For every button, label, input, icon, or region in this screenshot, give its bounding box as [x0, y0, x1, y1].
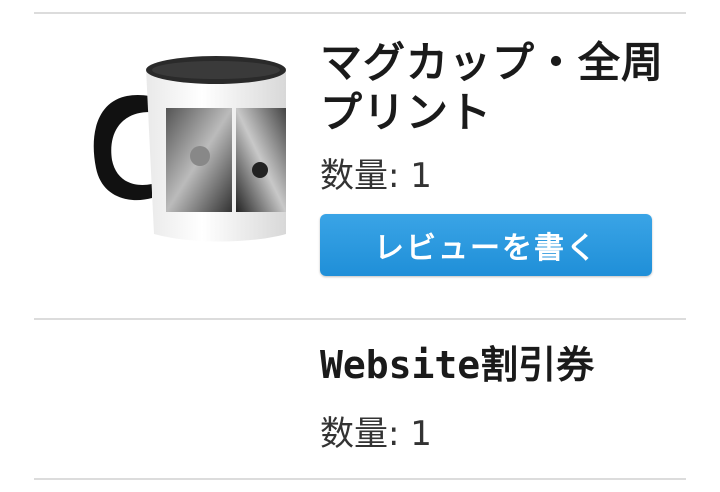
mug-product-image[interactable]	[80, 38, 288, 246]
product-title: Website割引券	[320, 343, 595, 387]
quantity-value: 1	[410, 156, 432, 196]
order-item-mug: マグカップ・全周プリント 数量: 1 レビューを書く	[0, 0, 720, 320]
quantity-text: 数量: 1	[320, 414, 432, 454]
mug-icon	[93, 56, 286, 242]
quantity-label: 数量:	[320, 414, 400, 454]
write-review-button[interactable]: レビューを書く	[320, 214, 652, 276]
product-title: マグカップ・全周プリント	[320, 38, 665, 137]
quantity-value: 1	[410, 414, 432, 454]
divider-bottom	[34, 478, 686, 480]
quantity-text: 数量: 1	[320, 156, 432, 196]
quantity-label: 数量:	[320, 156, 400, 196]
